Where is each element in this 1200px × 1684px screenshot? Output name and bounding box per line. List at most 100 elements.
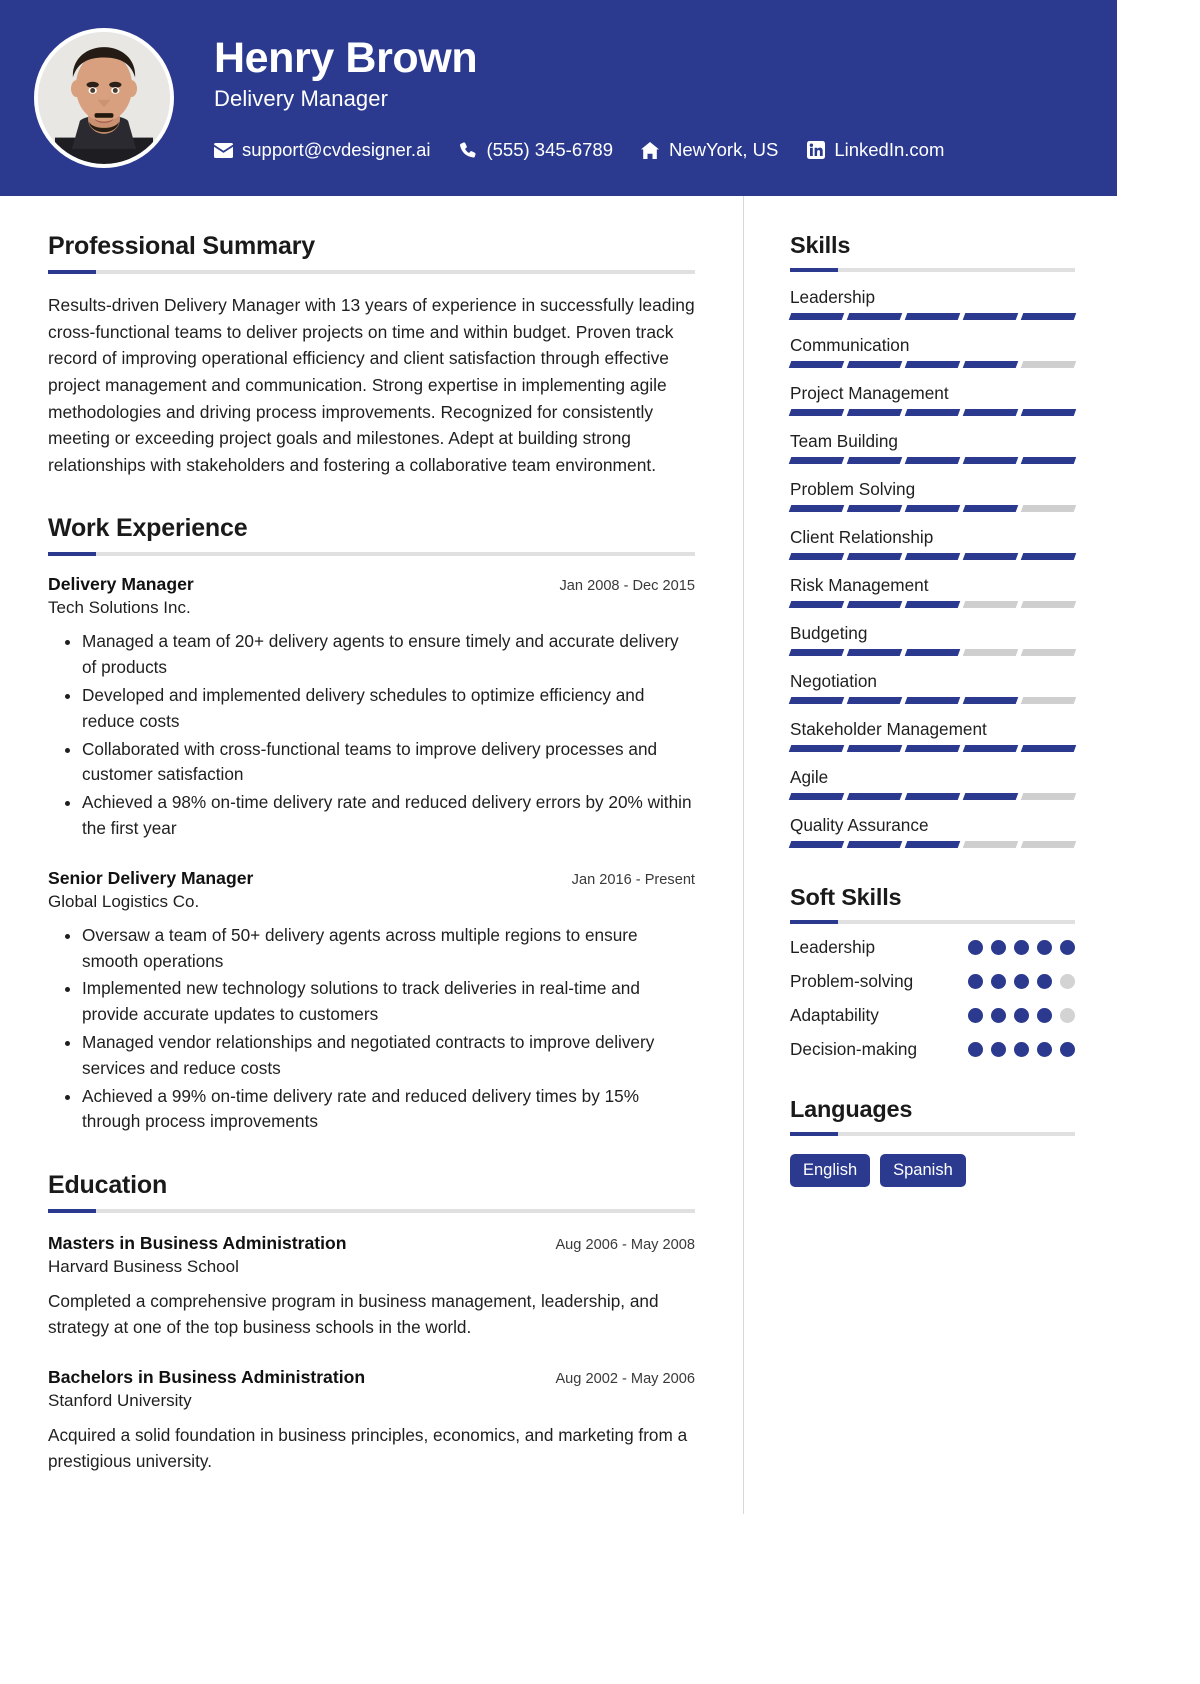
soft-skill-label: Leadership xyxy=(790,937,876,957)
work-bullets: Managed a team of 20+ delivery agents to… xyxy=(48,629,695,841)
work-bullet: Collaborated with cross-functional teams… xyxy=(82,737,695,789)
skill-segment xyxy=(962,553,1019,560)
sidebar-column: Skills Leadership Communication Project … xyxy=(743,196,1117,1515)
work-bullet: Achieved a 98% on-time delivery rate and… xyxy=(82,790,695,842)
skill-item: Project Management xyxy=(788,383,1077,416)
skill-segment xyxy=(846,793,903,800)
language-badge[interactable]: English xyxy=(790,1154,871,1187)
skill-segment xyxy=(788,745,845,752)
skill-label: Budgeting xyxy=(790,623,868,643)
work-date: Jan 2008 - Dec 2015 xyxy=(559,578,696,595)
skill-segment xyxy=(904,841,961,848)
skill-item: Communication xyxy=(788,335,1077,368)
soft-skills-list: Leadership Problem-solving Adaptability … xyxy=(790,937,1075,1060)
education-heading: Education xyxy=(48,1171,168,1200)
soft-skill-dot xyxy=(968,940,983,955)
work-entry-header: Delivery Manager Jan 2008 - Dec 2015 xyxy=(48,574,695,595)
education-date: Aug 2006 - May 2008 xyxy=(555,1237,695,1254)
contact-list: support@cvdesigner.ai (555) 345-6789 New… xyxy=(214,139,944,161)
skill-segment xyxy=(1020,601,1077,608)
soft-skill-dot xyxy=(968,974,983,989)
skill-level-bar xyxy=(788,649,1077,656)
main-column: Professional Summary Results-driven Deli… xyxy=(0,196,743,1514)
section-divider xyxy=(48,1209,695,1214)
skill-segment xyxy=(1020,361,1077,368)
language-badge[interactable]: Spanish xyxy=(880,1154,966,1187)
skill-segment xyxy=(904,553,961,560)
soft-skill-dot xyxy=(1014,1008,1029,1023)
skills-heading: Skills xyxy=(790,232,851,258)
skill-label: Project Management xyxy=(790,383,949,403)
soft-skill-dot xyxy=(1060,1008,1075,1023)
skill-segment xyxy=(962,601,1019,608)
work-entry: Senior Delivery Manager Jan 2016 - Prese… xyxy=(48,868,695,1135)
skill-level-bar xyxy=(788,841,1077,848)
soft-skills-heading: Soft Skills xyxy=(790,884,902,910)
skill-segment xyxy=(904,409,961,416)
soft-skill-dot xyxy=(991,940,1006,955)
skill-segment xyxy=(788,457,845,464)
skill-segment xyxy=(904,505,961,512)
envelope-icon xyxy=(214,141,233,160)
skill-level-bar xyxy=(788,697,1077,704)
skill-segment xyxy=(846,745,903,752)
contact-email[interactable]: support@cvdesigner.ai xyxy=(214,139,430,161)
skill-segment xyxy=(962,649,1019,656)
skill-segment xyxy=(904,601,961,608)
skill-segment xyxy=(1020,505,1077,512)
soft-skill-rating xyxy=(968,974,1075,989)
soft-skill-label: Adaptability xyxy=(790,1005,879,1025)
skill-label: Quality Assurance xyxy=(790,815,929,835)
section-divider xyxy=(48,270,695,274)
education-degree: Masters in Business Administration xyxy=(48,1233,347,1254)
skill-segment xyxy=(962,409,1019,416)
work-bullet: Achieved a 99% on-time delivery rate and… xyxy=(82,1084,695,1136)
skill-segment xyxy=(962,457,1019,464)
skill-segment xyxy=(904,745,961,752)
skill-segment xyxy=(904,697,961,704)
work-entry-header: Senior Delivery Manager Jan 2016 - Prese… xyxy=(48,868,695,889)
work-bullet: Managed vendor relationships and negotia… xyxy=(82,1030,695,1082)
skill-segment xyxy=(788,649,845,656)
skill-segment xyxy=(846,313,903,320)
soft-skill-dot xyxy=(1014,940,1029,955)
skill-item: Risk Management xyxy=(788,575,1077,608)
skill-item: Agile xyxy=(788,767,1077,800)
soft-skill-dot xyxy=(1037,1008,1052,1023)
soft-skill-item: Leadership xyxy=(790,937,1075,958)
section-professional-summary: Professional Summary Results-driven Deli… xyxy=(48,232,695,478)
header-info: Henry Brown Delivery Manager support@cvd… xyxy=(214,34,944,161)
contact-location[interactable]: NewYork, US xyxy=(641,139,778,161)
resume-page: Henry Brown Delivery Manager support@cvd… xyxy=(0,0,1117,1684)
skill-segment xyxy=(788,601,845,608)
work-entry: Delivery Manager Jan 2008 - Dec 2015 Tec… xyxy=(48,574,695,841)
section-divider xyxy=(790,920,1075,924)
soft-skill-item: Problem-solving xyxy=(790,971,1075,992)
education-description: Completed a comprehensive program in bus… xyxy=(48,1291,659,1337)
skill-item: Negotiation xyxy=(788,671,1077,704)
skill-item: Budgeting xyxy=(788,623,1077,656)
skill-segment xyxy=(846,457,903,464)
skill-segment xyxy=(1020,313,1077,320)
soft-skill-dot xyxy=(1060,974,1075,989)
skill-segment xyxy=(904,361,961,368)
skill-segment xyxy=(1020,745,1077,752)
contact-linkedin-label: LinkedIn.com xyxy=(834,139,945,161)
contact-linkedin[interactable]: LinkedIn.com xyxy=(806,139,944,161)
work-bullets: Oversaw a team of 50+ delivery agents ac… xyxy=(48,923,695,1135)
skill-segment xyxy=(1020,697,1077,704)
section-divider xyxy=(790,268,1075,272)
avatar xyxy=(34,28,174,168)
soft-skill-rating xyxy=(968,1042,1075,1057)
contact-phone[interactable]: (555) 345-6789 xyxy=(458,139,613,161)
contact-email-label: support@cvdesigner.ai xyxy=(242,139,431,161)
skill-label: Stakeholder Management xyxy=(790,719,987,739)
education-degree: Bachelors in Business Administration xyxy=(48,1366,366,1387)
skill-level-bar xyxy=(788,505,1077,512)
skill-segment xyxy=(1020,841,1077,848)
job-role-subtitle: Delivery Manager xyxy=(214,86,389,112)
section-languages: Languages English Spanish xyxy=(790,1096,1075,1187)
summary-text: Results-driven Delivery Manager with 13 … xyxy=(48,295,695,475)
education-entry: Bachelors in Business Administration Aug… xyxy=(48,1367,695,1475)
skill-segment xyxy=(788,553,845,560)
